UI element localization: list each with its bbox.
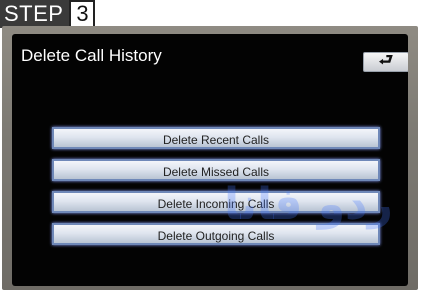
- delete-missed-calls-button[interactable]: Delete Missed Calls: [52, 159, 380, 181]
- step-label: STEP: [0, 0, 70, 28]
- back-arrow-icon: ⮐: [378, 51, 394, 69]
- device-bezel: Delete Call History ⮐ Delete Recent Call…: [2, 26, 418, 290]
- step-badge: STEP 3: [0, 0, 96, 28]
- display-screen: Delete Call History ⮐ Delete Recent Call…: [12, 34, 408, 286]
- delete-recent-calls-button[interactable]: Delete Recent Calls: [52, 127, 380, 149]
- step-number: 3: [69, 0, 96, 28]
- back-button[interactable]: ⮐: [363, 52, 408, 72]
- screen-title: Delete Call History: [21, 46, 162, 65]
- watermark: ردو فانا: [224, 179, 393, 230]
